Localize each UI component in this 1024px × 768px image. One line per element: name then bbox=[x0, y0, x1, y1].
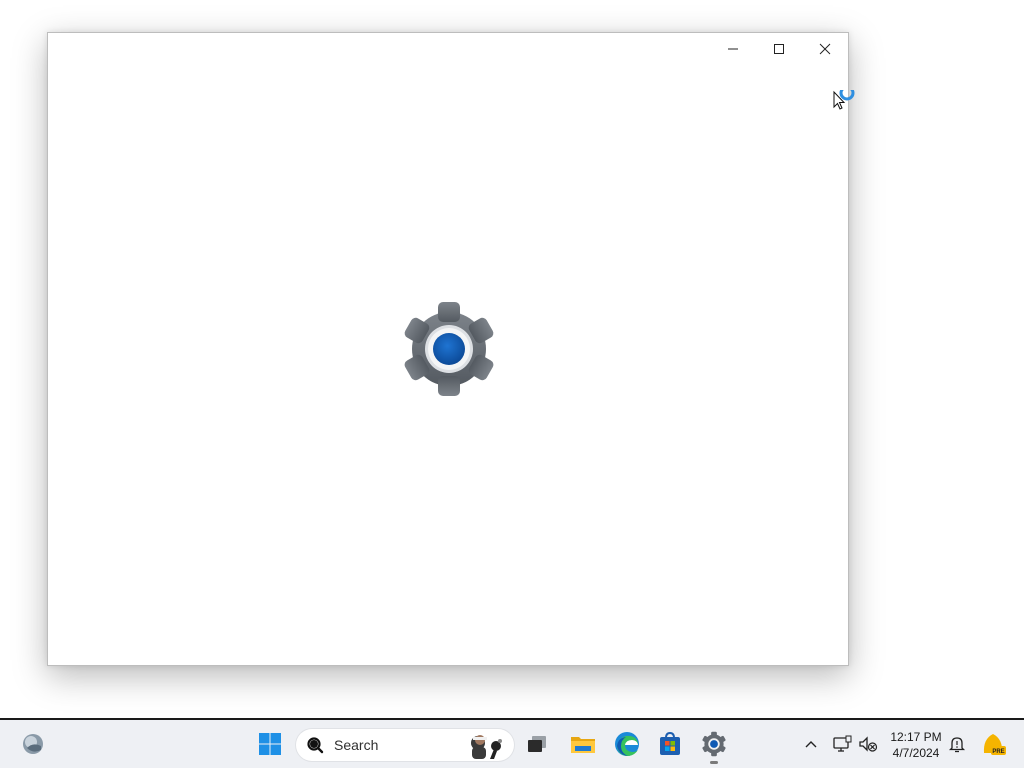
network-icon bbox=[833, 735, 852, 752]
desktop bbox=[0, 0, 1024, 718]
search-icon bbox=[307, 737, 324, 754]
volume-muted-icon bbox=[859, 736, 878, 752]
volume-button[interactable] bbox=[856, 724, 880, 764]
taskbar: Search 12:17 PM 4/7/2024 PRE bbox=[0, 718, 1024, 768]
store-icon bbox=[660, 732, 680, 755]
file-explorer-button[interactable] bbox=[563, 724, 603, 764]
dev-channel-icon: PRE bbox=[983, 734, 1006, 755]
notifications-icon bbox=[948, 737, 966, 753]
settings-window[interactable] bbox=[47, 32, 849, 666]
show-hidden-icons-button[interactable] bbox=[800, 724, 822, 764]
maximize-icon bbox=[774, 44, 784, 54]
dev-channel-button[interactable]: PRE bbox=[978, 724, 1008, 764]
search-box[interactable]: Search bbox=[296, 729, 514, 761]
task-view-icon bbox=[528, 736, 546, 752]
widgets-icon bbox=[23, 734, 43, 754]
edge-button[interactable] bbox=[607, 724, 647, 764]
store-button[interactable] bbox=[650, 724, 690, 764]
search-label: Search bbox=[334, 737, 379, 753]
file-explorer-icon bbox=[571, 737, 595, 753]
close-button[interactable] bbox=[802, 33, 848, 65]
show-hidden-icons-icon bbox=[805, 741, 817, 748]
start-icon bbox=[259, 733, 281, 755]
busy-cursor-icon bbox=[833, 90, 855, 110]
clock-time: 12:17 PM bbox=[890, 730, 942, 744]
settings-gear-icon bbox=[404, 302, 494, 396]
search-highlight-icon[interactable] bbox=[464, 729, 508, 761]
clock[interactable]: 12:17 PM 4/7/2024 bbox=[884, 729, 948, 761]
clock-date: 4/7/2024 bbox=[892, 746, 940, 760]
settings-button[interactable] bbox=[694, 724, 734, 764]
start-button[interactable] bbox=[250, 724, 290, 764]
minimize-icon bbox=[728, 48, 738, 50]
task-view-button[interactable] bbox=[518, 724, 558, 764]
minimize-button[interactable] bbox=[710, 33, 756, 65]
network-button[interactable] bbox=[830, 724, 854, 764]
caption-buttons bbox=[710, 33, 848, 65]
close-icon bbox=[819, 43, 831, 55]
widgets-button[interactable] bbox=[14, 724, 52, 764]
settings-icon bbox=[702, 731, 726, 757]
dev-badge-text: PRE bbox=[992, 749, 1004, 755]
edge-icon bbox=[615, 732, 639, 756]
settings-running-indicator bbox=[710, 761, 718, 764]
maximize-button[interactable] bbox=[756, 33, 802, 65]
notifications-button[interactable] bbox=[946, 724, 968, 764]
